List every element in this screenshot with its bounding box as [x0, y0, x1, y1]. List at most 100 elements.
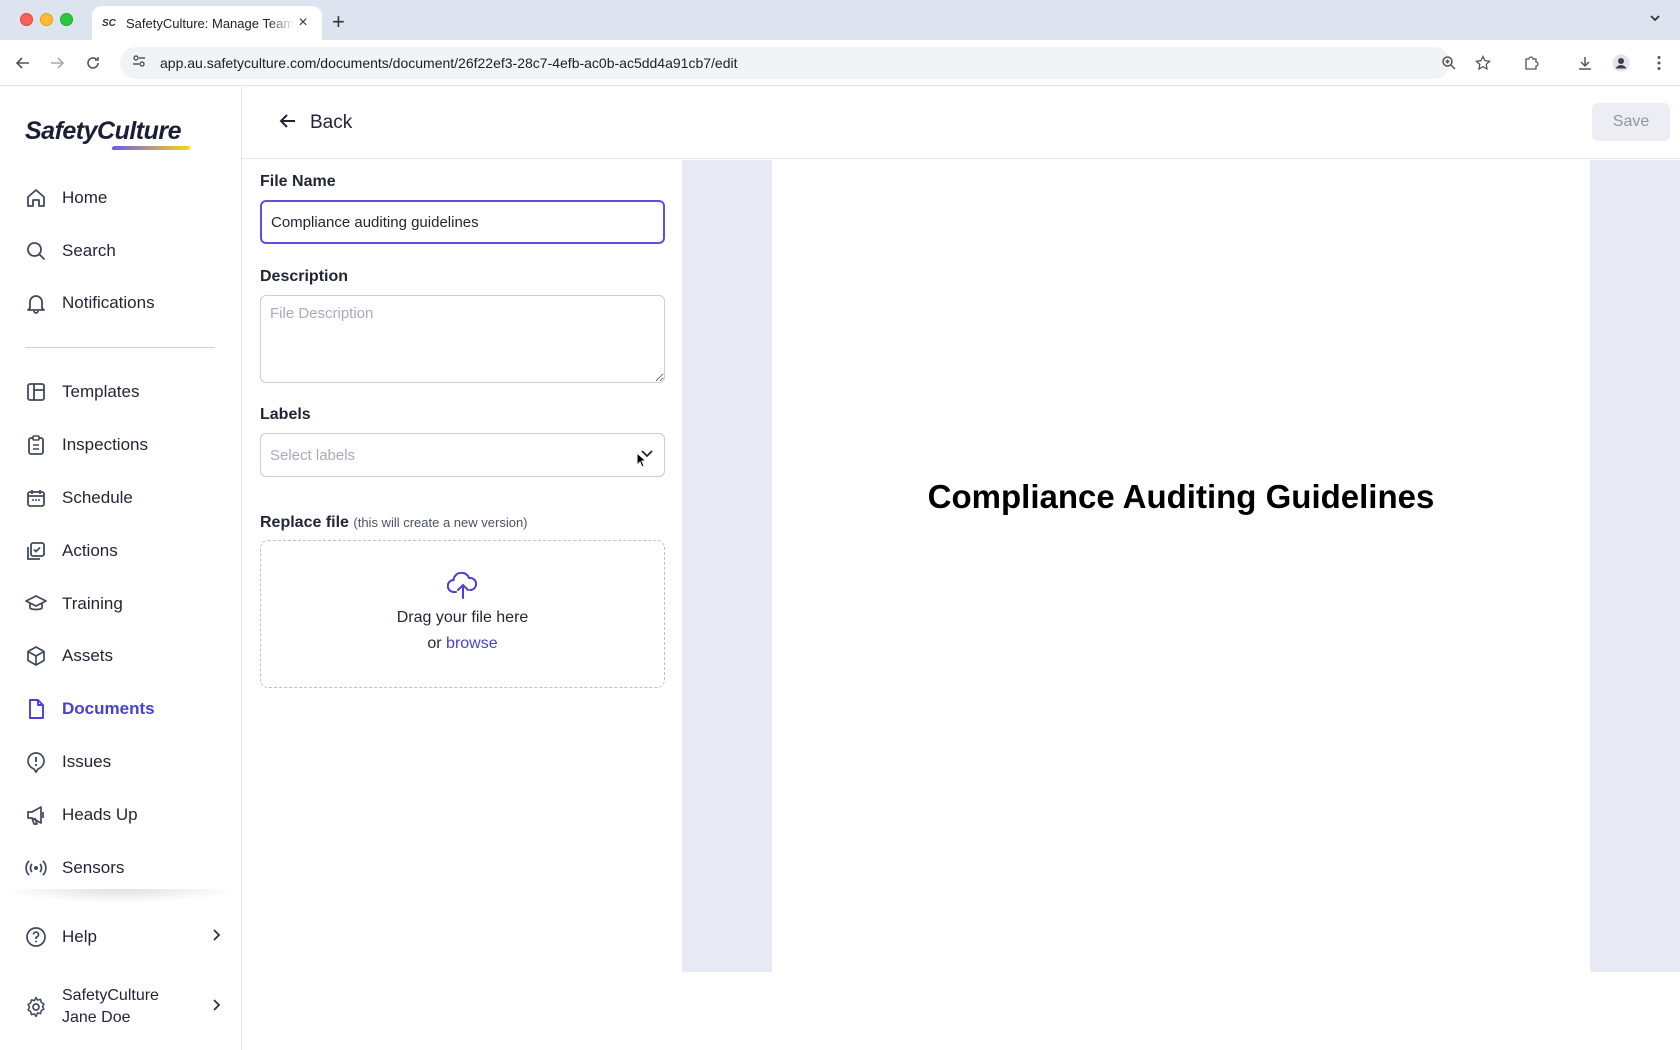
labels-placeholder: Select labels — [270, 446, 356, 464]
extensions-icon[interactable] — [1520, 52, 1542, 74]
sidebar-item-search[interactable]: Search — [0, 231, 240, 271]
labels-label: Labels — [260, 406, 311, 423]
browse-link[interactable]: browse — [446, 635, 498, 652]
profile-avatar-icon[interactable] — [1610, 52, 1632, 74]
document-icon — [24, 697, 48, 721]
tab-title: SafetyCulture: Manage Teams — [126, 15, 294, 31]
mouse-cursor-icon — [636, 451, 648, 468]
sidebar-item-heads-up[interactable]: Heads Up — [0, 795, 240, 835]
site-settings-icon[interactable] — [132, 54, 146, 73]
sidebar-divider — [25, 347, 215, 348]
forward-arrow-icon[interactable] — [46, 52, 68, 74]
description-textarea[interactable] — [260, 295, 665, 383]
browser-address-bar: app.au.safetyculture.com/documents/docum… — [0, 40, 1680, 86]
replace-file-title: Replace file — [260, 514, 349, 531]
browser-tab[interactable]: SC SafetyCulture: Manage Teams × — [92, 6, 322, 40]
sidebar-item-training[interactable]: Training — [0, 584, 240, 624]
document-edit-form: File Name Description Labels Select labe… — [242, 160, 682, 1050]
sidebar-item-issues[interactable]: Issues — [0, 742, 240, 782]
sidebar-scroll-shadow — [0, 889, 240, 903]
sidebar-item-label: Actions — [62, 541, 118, 560]
sidebar-item-label: Training — [62, 594, 123, 613]
sidebar-item-label: Notifications — [62, 293, 155, 312]
browser-tab-bar: SC SafetyCulture: Manage Teams × + — [0, 0, 1680, 40]
sidebar-item-actions[interactable]: Actions — [0, 531, 240, 571]
help-circle-icon — [24, 925, 48, 949]
sidebar-item-home[interactable]: Home — [0, 178, 240, 218]
megaphone-icon — [24, 803, 48, 827]
sidebar-item-label: Search — [62, 241, 116, 260]
check-square-icon — [24, 539, 48, 563]
zoom-icon[interactable] — [1438, 52, 1460, 74]
arrow-left-icon — [278, 111, 298, 136]
page-header: Back Save — [242, 87, 1680, 159]
drop-or: or — [427, 634, 442, 652]
cube-icon — [24, 644, 48, 668]
user-name: Jane Doe — [62, 1009, 131, 1026]
sidebar: SafetyCulture Home Search Notifications … — [0, 87, 242, 1050]
sidebar-item-label: Schedule — [62, 488, 133, 507]
url-field[interactable]: app.au.safetyculture.com/documents/docum… — [120, 47, 1450, 79]
url-text: app.au.safetyculture.com/documents/docum… — [160, 55, 738, 71]
cloud-upload-icon — [446, 571, 479, 605]
file-name-label: File Name — [260, 173, 336, 190]
sensor-icon — [24, 856, 48, 880]
back-arrow-icon[interactable] — [12, 52, 34, 74]
reload-icon[interactable] — [82, 52, 104, 74]
safetyculture-logo[interactable]: SafetyCulture — [25, 117, 182, 146]
replace-file-hint: (this will create a new version) — [353, 515, 528, 530]
file-name-input[interactable] — [260, 200, 665, 244]
home-icon — [24, 186, 48, 210]
sidebar-item-assets[interactable]: Assets — [0, 636, 240, 676]
sidebar-item-label: Documents — [62, 699, 155, 718]
save-button[interactable]: Save — [1592, 103, 1670, 141]
sidebar-item-schedule[interactable]: Schedule — [0, 478, 240, 518]
download-icon[interactable] — [1574, 52, 1596, 74]
sidebar-item-notifications[interactable]: Notifications — [0, 283, 240, 323]
search-icon — [24, 239, 48, 263]
sidebar-item-label: Assets — [62, 646, 114, 665]
window-minimize-button[interactable] — [40, 13, 53, 26]
bookmark-star-icon[interactable] — [1472, 52, 1494, 74]
clipboard-icon — [24, 433, 48, 457]
graduation-cap-icon — [24, 592, 48, 616]
browser-menu-icon[interactable] — [1648, 52, 1670, 74]
sidebar-item-inspections[interactable]: Inspections — [0, 425, 240, 465]
sidebar-item-label: Issues — [62, 752, 112, 771]
sidebar-item-label: Home — [62, 188, 108, 207]
tab-favicon-icon: SC — [102, 17, 116, 29]
drop-instruction: Drag your file here — [396, 608, 529, 626]
description-label: Description — [260, 268, 349, 285]
preview-page: Compliance Auditing Guidelines — [772, 160, 1590, 972]
sidebar-item-label: Sensors — [62, 858, 125, 877]
sidebar-item-sensors[interactable]: Sensors — [0, 848, 240, 888]
chevron-right-icon — [212, 928, 222, 947]
calendar-icon — [24, 486, 48, 510]
back-button[interactable]: Back — [278, 107, 352, 139]
file-dropzone[interactable]: Drag your file here or browse — [260, 540, 665, 688]
logo-underline — [111, 146, 191, 150]
preview-document-title: Compliance Auditing Guidelines — [927, 478, 1435, 515]
window-maximize-button[interactable] — [60, 13, 73, 26]
bell-icon — [24, 291, 48, 315]
tab-close-icon[interactable]: × — [294, 14, 312, 32]
sidebar-item-label: Templates — [62, 382, 140, 401]
labels-select[interactable]: Select labels — [260, 433, 665, 477]
new-tab-icon[interactable]: + — [332, 9, 345, 35]
sidebar-item-documents[interactable]: Documents — [0, 689, 240, 729]
sidebar-item-help[interactable]: Help — [0, 917, 240, 957]
window-close-button[interactable] — [20, 13, 33, 26]
chevron-right-icon — [212, 998, 222, 1017]
alert-bubble-icon — [24, 750, 48, 774]
gear-icon — [24, 995, 48, 1019]
document-preview: Compliance Auditing Guidelines — [682, 160, 1680, 972]
template-icon — [24, 380, 48, 404]
tab-search-chevron-icon[interactable] — [1648, 11, 1662, 30]
replace-file-label: Replace file (this will create a new ver… — [260, 514, 528, 532]
user-org-name: SafetyCulture — [62, 987, 159, 1004]
sidebar-item-label: Inspections — [62, 435, 148, 454]
sidebar-item-templates[interactable]: Templates — [0, 372, 240, 412]
sidebar-item-label: Heads Up — [62, 805, 138, 824]
user-menu[interactable]: SafetyCulture Jane Doe — [0, 977, 240, 1037]
back-label: Back — [310, 112, 353, 133]
